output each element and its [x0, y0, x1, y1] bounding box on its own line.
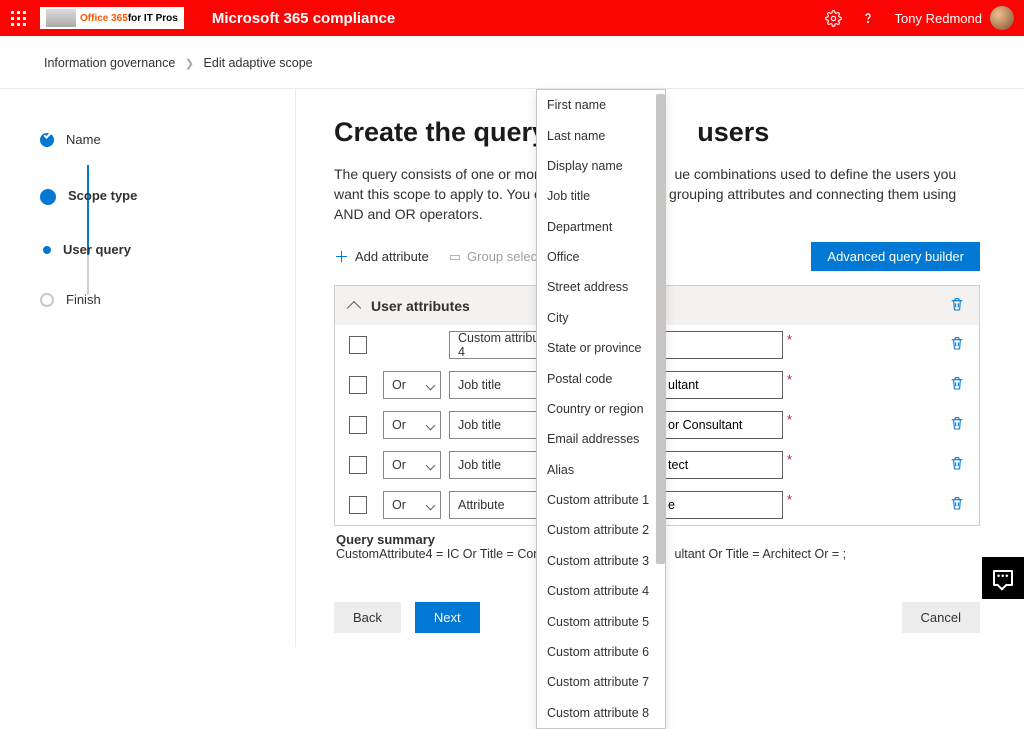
next-button[interactable]: Next [415, 602, 480, 633]
dropdown-option[interactable]: Custom attribute 1 [537, 485, 665, 515]
dropdown-option[interactable]: Department [537, 212, 665, 242]
row-checkbox[interactable] [349, 376, 367, 394]
operator-select[interactable]: Or [383, 491, 441, 519]
dropdown-scrollbar[interactable] [656, 92, 665, 726]
row-checkbox[interactable] [349, 456, 367, 474]
help-icon[interactable] [851, 0, 885, 36]
value-input[interactable] [661, 371, 783, 399]
user-name: Tony Redmond [895, 11, 982, 26]
wizard-step-name[interactable]: Name [40, 123, 275, 157]
operator-select[interactable]: Or [383, 451, 441, 479]
dropdown-option[interactable]: City [537, 303, 665, 333]
wizard-step-user-query[interactable]: User query [40, 233, 275, 267]
feedback-button[interactable] [982, 557, 1024, 599]
chevron-up-icon [347, 300, 361, 314]
value-input[interactable] [661, 411, 783, 439]
add-attribute-button[interactable]: ＋ Add attribute [334, 246, 429, 267]
delete-row-button[interactable] [949, 455, 965, 476]
delete-row-button[interactable] [949, 415, 965, 436]
dropdown-option[interactable]: Street address [537, 272, 665, 302]
tenant-logo-text1: Office 365 [80, 13, 128, 24]
attribute-dropdown[interactable]: First nameLast nameDisplay nameJob title… [536, 89, 666, 729]
breadcrumb: Information governance ❯ Edit adaptive s… [0, 36, 1024, 89]
chevron-right-icon: ❯ [179, 58, 200, 70]
value-input[interactable] [661, 331, 783, 359]
value-input[interactable] [661, 491, 783, 519]
delete-row-button[interactable] [949, 375, 965, 396]
app-header: Office 365 for IT Pros Microsoft 365 com… [0, 0, 1024, 36]
row-checkbox[interactable] [349, 336, 367, 354]
breadcrumb-item-2[interactable]: Edit adaptive scope [204, 56, 313, 70]
tenant-logo-text2: for IT Pros [128, 13, 178, 24]
row-checkbox[interactable] [349, 416, 367, 434]
tenant-logo: Office 365 for IT Pros [40, 7, 184, 29]
back-button[interactable]: Back [334, 602, 401, 633]
content-area: Name Scope type User query Finish Create… [0, 89, 1024, 647]
app-launcher-button[interactable] [0, 0, 36, 36]
dropdown-option[interactable]: First name [537, 90, 665, 120]
advanced-query-builder-button[interactable]: Advanced query builder [811, 242, 980, 271]
operator-select[interactable]: Or [383, 371, 441, 399]
value-input[interactable] [661, 451, 783, 479]
row-checkbox[interactable] [349, 496, 367, 514]
dropdown-option[interactable]: Custom attribute 7 [537, 667, 665, 697]
dropdown-option[interactable]: Office [537, 242, 665, 272]
tenant-logo-image [46, 9, 76, 27]
dropdown-option[interactable]: Job title [537, 181, 665, 211]
dropdown-option[interactable]: Custom attribute 6 [537, 637, 665, 667]
dropdown-option[interactable]: Display name [537, 151, 665, 181]
wizard-step-finish[interactable]: Finish [40, 283, 275, 317]
dropdown-option[interactable]: Country or region [537, 394, 665, 424]
dropdown-option[interactable]: Email addresses [537, 424, 665, 454]
wizard-sidebar: Name Scope type User query Finish [0, 89, 296, 647]
dropdown-option[interactable]: Custom attribute 8 [537, 698, 665, 728]
delete-row-button[interactable] [949, 335, 965, 356]
operator-select[interactable]: Or [383, 411, 441, 439]
chat-icon [993, 570, 1013, 586]
user-menu[interactable]: Tony Redmond [885, 6, 1024, 30]
dropdown-option[interactable]: Custom attribute 2 [537, 515, 665, 545]
dropdown-option[interactable]: State or province [537, 333, 665, 363]
delete-row-button[interactable] [949, 495, 965, 516]
breadcrumb-item-1[interactable]: Information governance [44, 56, 175, 70]
avatar [990, 6, 1014, 30]
settings-icon[interactable] [817, 0, 851, 36]
dropdown-option[interactable]: Postal code [537, 363, 665, 393]
app-title: Microsoft 365 compliance [212, 10, 395, 27]
plus-icon: ＋ [334, 246, 349, 267]
group-icon: ▭ [449, 249, 461, 265]
dropdown-option[interactable]: Custom attribute 4 [537, 576, 665, 606]
dropdown-option[interactable]: Custom attribute 5 [537, 606, 665, 636]
dropdown-option[interactable]: Last name [537, 120, 665, 150]
dropdown-option[interactable]: Custom attribute 3 [537, 546, 665, 576]
wizard-step-scope-type[interactable]: Scope type [40, 179, 275, 213]
cancel-button[interactable]: Cancel [902, 602, 980, 633]
dropdown-option[interactable]: Alias [537, 455, 665, 485]
delete-group-button[interactable] [949, 296, 965, 315]
